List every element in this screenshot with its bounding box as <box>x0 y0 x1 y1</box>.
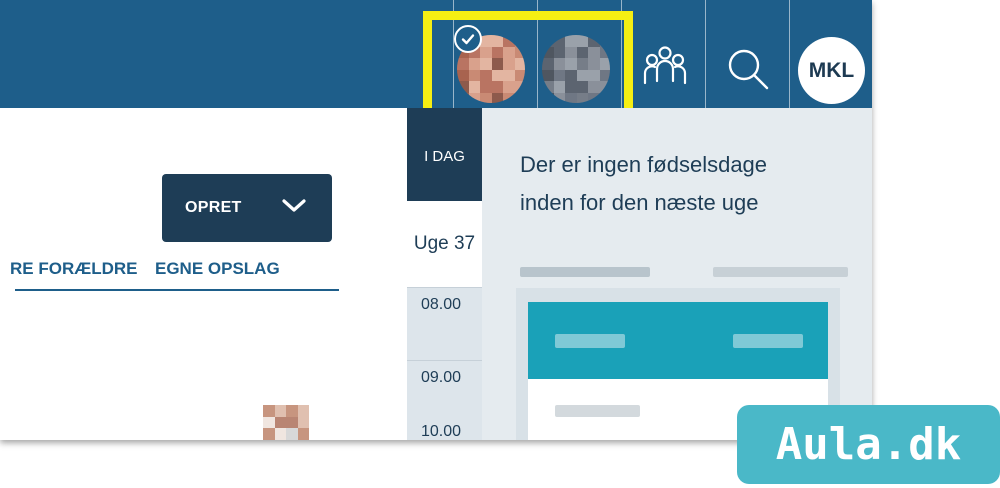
birthday-message-line: inden for den næste uge <box>520 190 759 215</box>
blurred-label <box>713 267 848 277</box>
create-button-label: OPRET <box>185 199 242 216</box>
group-button[interactable] <box>632 38 698 100</box>
avatar-pixel <box>263 439 275 440</box>
avatar-pixel <box>297 428 309 440</box>
time-slot: 08.00 <box>407 288 482 361</box>
avatar-pixel <box>286 439 298 440</box>
chevron-down-icon <box>280 196 308 221</box>
people-group-icon <box>643 46 687 85</box>
avatar-pixel <box>263 428 275 440</box>
blurred-event-time <box>733 334 803 348</box>
avatar-pixel <box>286 428 298 440</box>
topbar-divider <box>705 0 706 108</box>
time-slot: 10.00 <box>407 415 482 440</box>
tabs-underline <box>15 289 339 291</box>
avatar-pixel <box>286 416 298 428</box>
birthday-message-line: Der er ingen fødselsdage <box>520 152 768 177</box>
avatar-pixel <box>297 416 309 428</box>
create-button[interactable]: OPRET <box>162 174 332 242</box>
blurred-event-title <box>555 334 625 348</box>
avatar-pixel <box>297 405 309 417</box>
topbar-divider <box>789 0 790 108</box>
avatar-pixel <box>263 416 275 428</box>
brand-text: Aula.dk <box>775 419 962 470</box>
author-avatar <box>263 405 309 440</box>
week-label: Uge 37 <box>407 201 482 288</box>
avatar-pixel <box>263 405 275 417</box>
blurred-event-detail <box>555 405 640 417</box>
blurred-label <box>520 267 650 277</box>
brand-watermark: Aula.dk <box>737 405 1000 484</box>
app-screen: MKL OPRET RE FORÆLDRE EGNE OPSLAG I DAG … <box>0 0 872 440</box>
avatar-pixel <box>274 439 286 440</box>
avatar-pixel <box>274 416 286 428</box>
tab-today[interactable]: I DAG <box>407 108 482 201</box>
avatar-pixel <box>297 439 309 440</box>
avatar-pixel <box>274 428 286 440</box>
user-avatar[interactable]: MKL <box>798 37 865 104</box>
search-button[interactable] <box>715 38 781 100</box>
search-icon <box>728 49 769 90</box>
tab-own-posts[interactable]: EGNE OPSLAG <box>155 259 280 279</box>
tab-parents[interactable]: RE FORÆLDRE <box>10 259 138 279</box>
highlight-annotation <box>423 11 633 123</box>
avatar-pixel <box>274 405 286 417</box>
avatar-pixel <box>286 405 298 417</box>
